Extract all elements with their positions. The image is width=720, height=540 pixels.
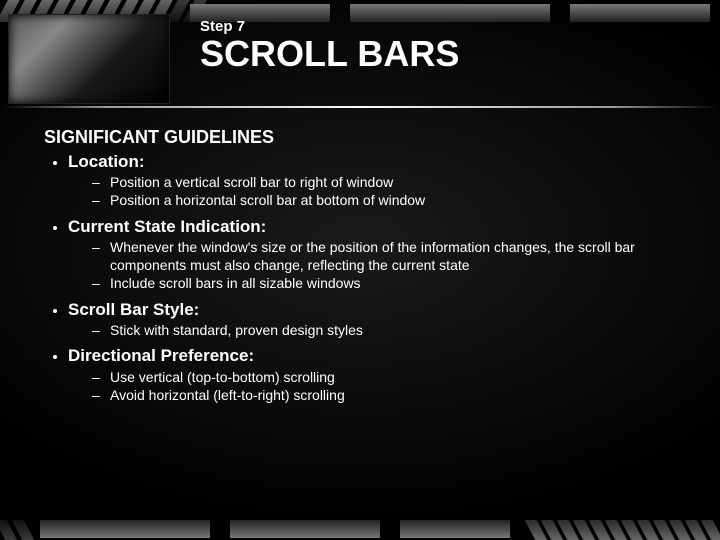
item-title: Directional Preference: — [68, 346, 254, 365]
item-title: Scroll Bar Style: — [68, 300, 199, 319]
sub-item: Stick with standard, proven design style… — [110, 322, 690, 340]
item-title: Current State Indication: — [68, 217, 266, 236]
sub-list: Whenever the window's size or the positi… — [68, 239, 690, 293]
item-title: Location: — [68, 152, 145, 171]
sub-item: Whenever the window's size or the positi… — [110, 239, 690, 274]
list-item: Scroll Bar Style: Stick with standard, p… — [68, 299, 690, 340]
sub-item: Use vertical (top-to-bottom) scrolling — [110, 369, 690, 387]
sub-item: Position a horizontal scroll bar at bott… — [110, 192, 690, 210]
sub-list: Position a vertical scroll bar to right … — [68, 174, 690, 210]
section-heading: SIGNIFICANT GUIDELINES — [44, 126, 690, 149]
header: Step 7 SCROLL BARS — [200, 18, 459, 75]
bottom-tab-1 — [40, 520, 210, 538]
top-tab-3 — [570, 4, 710, 22]
sub-item: Position a vertical scroll bar to right … — [110, 174, 690, 192]
bottom-border — [0, 520, 720, 540]
slide: Step 7 SCROLL BARS SIGNIFICANT GUIDELINE… — [0, 0, 720, 540]
sub-list: Stick with standard, proven design style… — [68, 322, 690, 340]
sub-list: Use vertical (top-to-bottom) scrolling A… — [68, 369, 690, 405]
horizontal-rule — [0, 106, 720, 108]
sub-item: Avoid horizontal (left-to-right) scrolli… — [110, 387, 690, 405]
bullet-list: Location: Position a vertical scroll bar… — [44, 151, 690, 405]
list-item: Current State Indication: Whenever the w… — [68, 216, 690, 293]
corner-graphic — [8, 14, 170, 104]
list-item: Directional Preference: Use vertical (to… — [68, 345, 690, 404]
slide-title: SCROLL BARS — [200, 33, 459, 75]
list-item: Location: Position a vertical scroll bar… — [68, 151, 690, 210]
bottom-tab-3 — [400, 520, 510, 538]
sub-item: Include scroll bars in all sizable windo… — [110, 275, 690, 293]
bottom-tab-2 — [230, 520, 380, 538]
body-content: SIGNIFICANT GUIDELINES Location: Positio… — [44, 126, 690, 411]
